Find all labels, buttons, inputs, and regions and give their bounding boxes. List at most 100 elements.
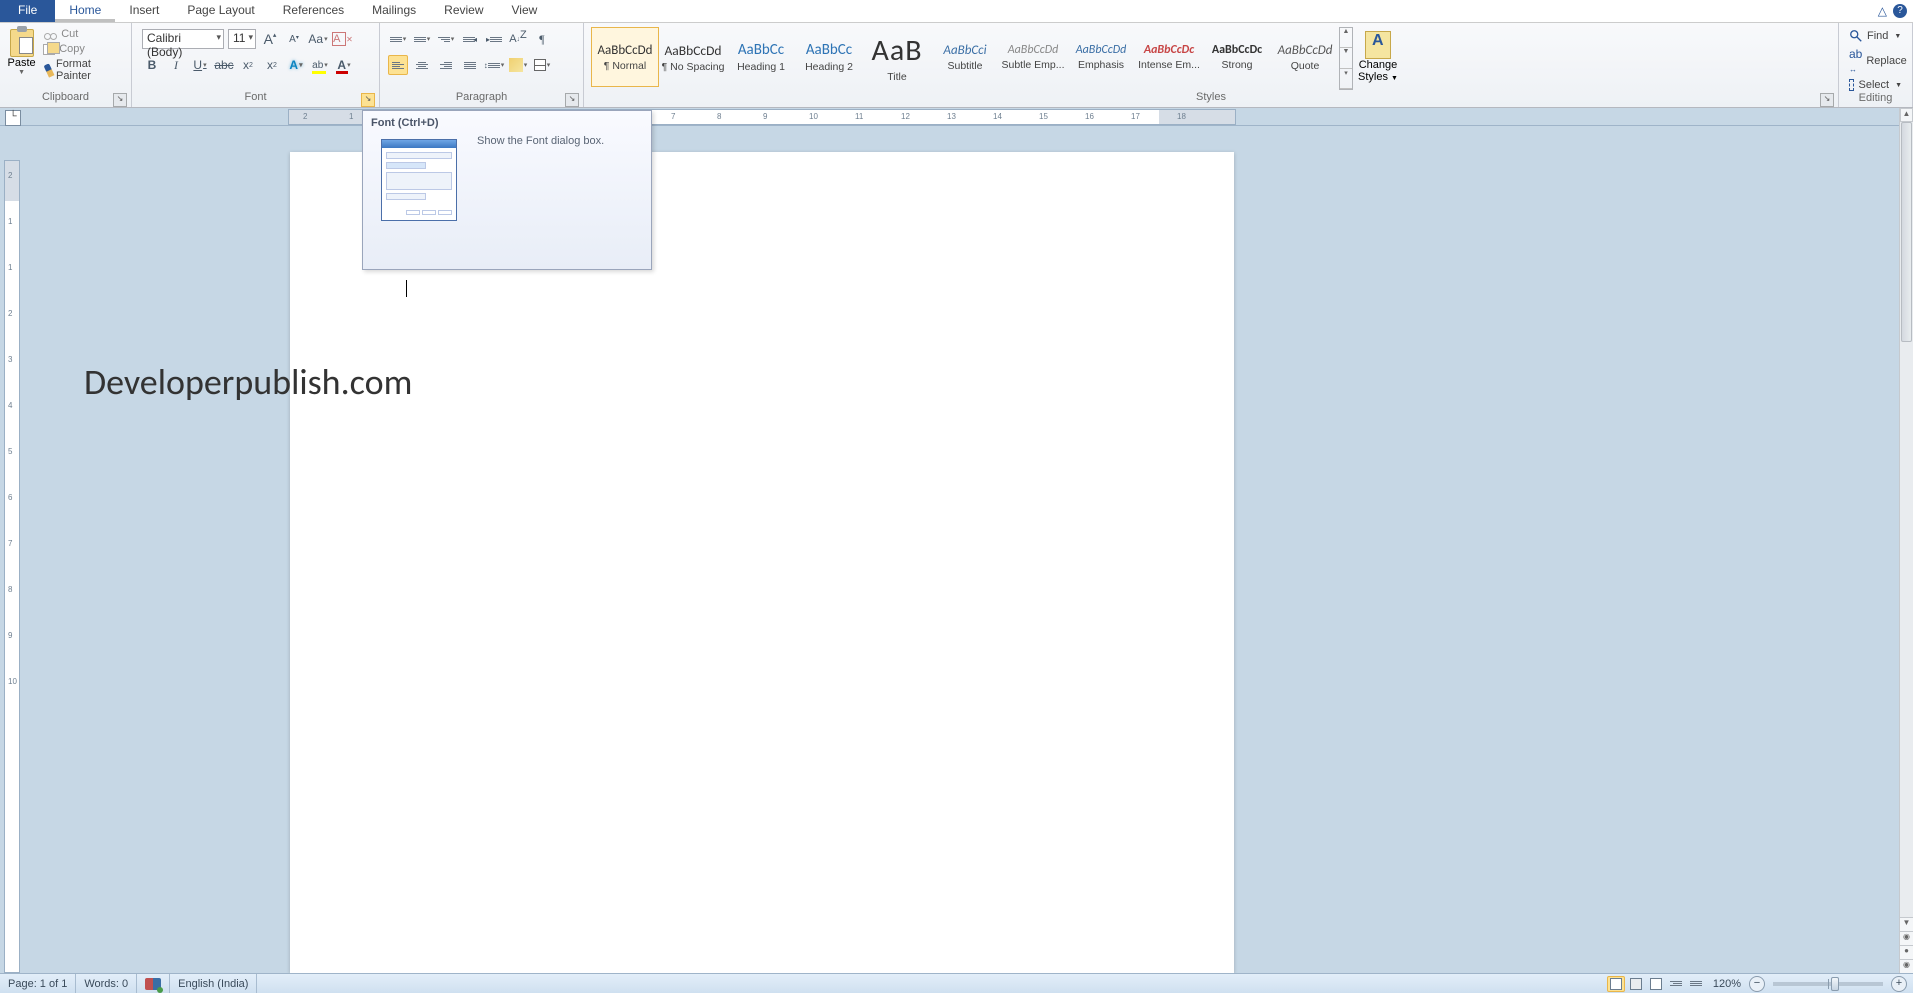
print-layout-view[interactable] <box>1607 976 1625 992</box>
find-button[interactable]: Find▼ <box>1849 29 1902 43</box>
scroll-up-arrow[interactable]: ▲ <box>1900 108 1913 122</box>
highlight-button[interactable]: ab <box>310 55 330 75</box>
decrease-indent-button[interactable]: ◂ <box>460 29 480 49</box>
select-button[interactable]: Select▼ <box>1849 79 1902 91</box>
draft-view[interactable] <box>1687 976 1705 992</box>
tab-references[interactable]: References <box>269 0 358 22</box>
clear-formatting-button[interactable]: A✕ <box>332 29 352 49</box>
numbering-button[interactable] <box>412 29 432 49</box>
superscript-button[interactable]: x2 <box>262 55 282 75</box>
vertical-ruler[interactable]: 2112345678910 <box>4 160 20 973</box>
document-workspace: 2112345678910 <box>0 126 1899 973</box>
style-strong[interactable]: AaBbCcDcStrong <box>1203 27 1271 87</box>
shrink-font-button[interactable]: A▾ <box>284 29 304 49</box>
font-launcher[interactable]: ↘ <box>361 93 375 107</box>
style-intense-emphasis[interactable]: AaBbCcDcIntense Em... <box>1135 27 1203 87</box>
style-quote[interactable]: AaBbCcDdQuote <box>1271 27 1339 87</box>
zoom-level[interactable]: 120% <box>1713 978 1741 990</box>
scissors-icon <box>43 28 57 40</box>
scroll-thumb[interactable] <box>1901 122 1912 342</box>
style-subtle-emphasis[interactable]: AaBbCcDdSubtle Emp... <box>999 27 1067 87</box>
line-spacing-button[interactable]: ↕ <box>484 55 504 75</box>
change-case-button[interactable]: Aa <box>308 29 328 49</box>
text-cursor <box>406 280 407 297</box>
styles-scrollbar[interactable]: ▲▼▾ <box>1339 27 1353 90</box>
browse-object-button[interactable]: ● <box>1900 945 1913 959</box>
text-effects-button[interactable]: A <box>286 55 306 75</box>
change-styles-button[interactable]: Change Styles ▼ <box>1353 27 1403 90</box>
zoom-out-button[interactable]: − <box>1749 976 1765 992</box>
borders-button[interactable] <box>532 55 552 75</box>
clipboard-launcher[interactable]: ↘ <box>113 93 127 107</box>
tab-mailings[interactable]: Mailings <box>358 0 430 22</box>
zoom-in-button[interactable]: + <box>1891 976 1907 992</box>
help-icon[interactable]: ? <box>1893 4 1907 18</box>
prev-page-button[interactable]: ◉ <box>1900 931 1913 945</box>
style-heading-1[interactable]: AaBbCcHeading 1 <box>727 27 795 87</box>
tab-selector[interactable]: └ <box>5 110 21 126</box>
styles-launcher[interactable]: ↘ <box>1820 93 1834 107</box>
tab-home[interactable]: Home <box>55 0 115 22</box>
replace-button[interactable]: ab↔Replace <box>1849 47 1902 75</box>
scroll-down-arrow[interactable]: ▼ <box>1900 917 1913 931</box>
full-screen-view[interactable] <box>1627 976 1645 992</box>
group-font: Calibri (Body) 11 A▴ A▾ Aa A✕ B I U abc … <box>132 23 380 107</box>
align-right-button[interactable] <box>436 55 456 75</box>
tab-insert[interactable]: Insert <box>115 0 173 22</box>
web-layout-view[interactable] <box>1647 976 1665 992</box>
tab-review[interactable]: Review <box>430 0 497 22</box>
cut-button[interactable]: Cut <box>43 28 127 40</box>
strikethrough-button[interactable]: abc <box>214 55 234 75</box>
word-count[interactable]: Words: 0 <box>76 974 137 993</box>
change-styles-icon <box>1365 31 1391 59</box>
document-page[interactable] <box>290 152 1234 973</box>
page-indicator[interactable]: Page: 1 of 1 <box>0 974 76 993</box>
sort-button[interactable]: A↓Z <box>508 29 528 49</box>
multilevel-list-button[interactable] <box>436 29 456 49</box>
shading-button[interactable] <box>508 55 528 75</box>
style-heading-2[interactable]: AaBbCcHeading 2 <box>795 27 863 87</box>
font-color-button[interactable]: A <box>334 55 354 75</box>
group-editing: Find▼ ab↔Replace Select▼ Editing <box>1839 23 1913 107</box>
font-name-combo[interactable]: Calibri (Body) <box>142 29 224 49</box>
grow-font-button[interactable]: A▴ <box>260 29 280 49</box>
editing-group-label: Editing <box>1859 92 1893 104</box>
format-painter-button[interactable]: Format Painter <box>43 58 127 82</box>
language-indicator[interactable]: English (India) <box>170 974 257 993</box>
next-page-button[interactable]: ◉ <box>1900 959 1913 973</box>
increase-indent-button[interactable]: ▸ <box>484 29 504 49</box>
style-no-spacing[interactable]: AaBbCcDd¶ No Spacing <box>659 27 727 87</box>
subscript-button[interactable]: x2 <box>238 55 258 75</box>
align-left-button[interactable] <box>388 55 408 75</box>
paragraph-launcher[interactable]: ↘ <box>565 93 579 107</box>
tab-file[interactable]: File <box>0 0 55 22</box>
tab-view[interactable]: View <box>498 0 552 22</box>
book-icon <box>145 978 161 990</box>
style-normal[interactable]: AaBbCcDd¶ Normal <box>591 27 659 87</box>
underline-button[interactable]: U <box>190 55 210 75</box>
tab-page-layout[interactable]: Page Layout <box>173 0 268 22</box>
style-title[interactable]: AaBTitle <box>863 27 931 87</box>
zoom-slider[interactable] <box>1773 982 1883 986</box>
outline-view[interactable] <box>1667 976 1685 992</box>
select-icon <box>1849 79 1854 91</box>
paragraph-group-label: Paragraph <box>456 91 507 103</box>
brush-icon <box>44 63 55 77</box>
find-icon <box>1849 29 1863 43</box>
font-size-combo[interactable]: 11 <box>228 29 256 49</box>
ribbon: Paste ▼ Cut Copy Format Painter Clipboar… <box>0 23 1913 108</box>
justify-button[interactable] <box>460 55 480 75</box>
font-group-label: Font <box>244 91 266 103</box>
paste-dropdown-icon[interactable]: ▼ <box>18 69 25 76</box>
show-hide-button[interactable]: ¶ <box>532 29 552 49</box>
style-subtitle[interactable]: AaBbCciSubtitle <box>931 27 999 87</box>
minimize-ribbon-icon[interactable]: △ <box>1878 4 1887 18</box>
bullets-button[interactable] <box>388 29 408 49</box>
proofing-button[interactable] <box>137 974 170 993</box>
copy-button[interactable]: Copy <box>43 43 127 55</box>
style-emphasis[interactable]: AaBbCcDdEmphasis <box>1067 27 1135 87</box>
font-launcher-tooltip: Font (Ctrl+D) Show the Font dialog box. <box>362 110 652 270</box>
paste-button[interactable]: Paste ▼ <box>4 25 39 90</box>
align-center-button[interactable] <box>412 55 432 75</box>
vertical-scrollbar[interactable]: ▲ ▼ ◉ ● ◉ <box>1899 108 1913 973</box>
